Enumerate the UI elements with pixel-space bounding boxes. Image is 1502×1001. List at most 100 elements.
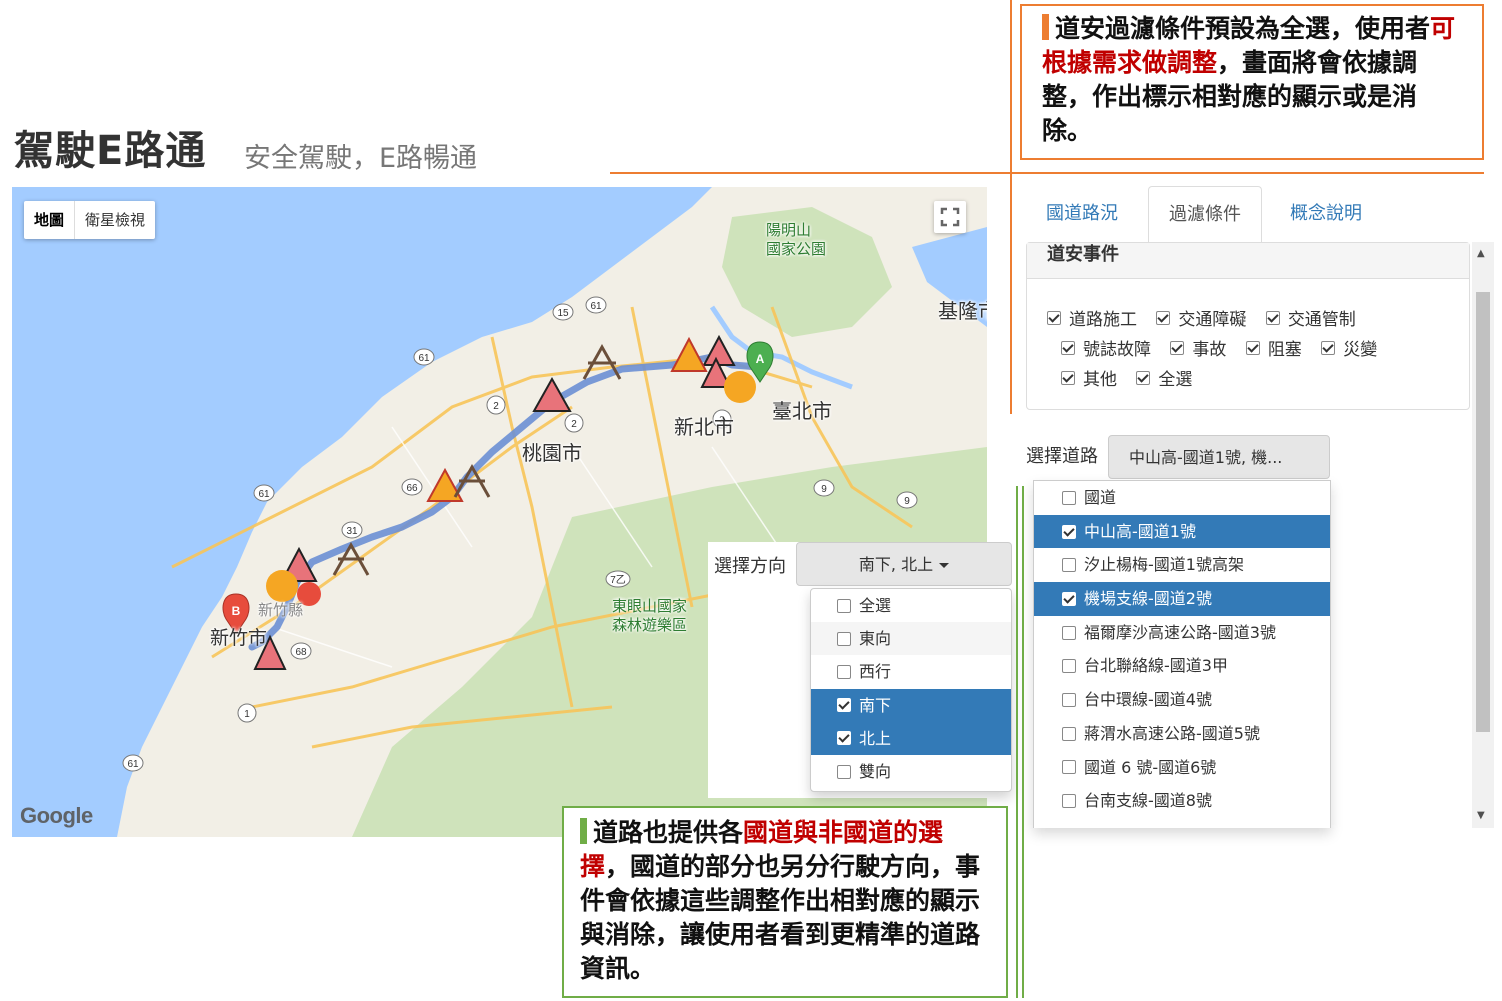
direction-option-all[interactable]: 全選 xyxy=(811,589,1011,622)
road-option-label: 蔣渭水高速公路-國道5號 xyxy=(1084,723,1260,743)
road-option-label: 福爾摩沙高速公路-國道3號 xyxy=(1084,622,1276,642)
direction-option-east[interactable]: 東向 xyxy=(811,622,1011,656)
checkbox-checked[interactable] xyxy=(1156,310,1171,325)
road-option[interactable]: 台北聯絡線-國道3甲 xyxy=(1034,649,1330,683)
checkbox-checked[interactable] xyxy=(1047,310,1061,325)
map-type-control[interactable]: 地圖 衛星檢視 xyxy=(24,201,156,239)
event-option-label: 阻塞 xyxy=(1267,340,1302,360)
event-option-label: 道路施工 xyxy=(1069,310,1137,330)
event-option-select-all[interactable]: 全選 xyxy=(1136,365,1192,390)
map-label-hsinchu-city: 新竹市 xyxy=(210,627,268,649)
shield-2a: 2 xyxy=(493,401,499,412)
checkbox-checked[interactable] xyxy=(837,698,851,713)
direction-dropdown-menu: 全選 東向 西行 南下 北上 雙向 xyxy=(810,588,1012,792)
map-label-dongyanshan: 東眼山國家 森林遊樂區 xyxy=(612,597,687,635)
road-option[interactable]: 汐止楊梅-國道1號高架 xyxy=(1034,548,1330,582)
road-option[interactable]: 蔣渭水高速公路-國道5號 xyxy=(1034,717,1330,751)
shield-2b: 2 xyxy=(571,419,577,430)
checkbox[interactable] xyxy=(1062,794,1076,809)
divider-horizontal xyxy=(610,172,1484,174)
direction-option-label: 南下 xyxy=(859,695,892,715)
tab-concept[interactable]: 概念說明 xyxy=(1270,186,1382,242)
map-type-satellite-button[interactable]: 衛星檢視 xyxy=(75,201,155,239)
road-option[interactable]: 國道 xyxy=(1034,481,1330,515)
road-option[interactable]: 中山高-國道1號 xyxy=(1034,514,1330,549)
direction-option-west[interactable]: 西行 xyxy=(811,655,1011,688)
marker-b-label: B xyxy=(232,604,241,618)
direction-option-label: 全選 xyxy=(859,596,892,615)
marker-a-label: A xyxy=(756,352,765,366)
map-label-dongyanshan-text: 東眼山國家 森林遊樂區 xyxy=(612,597,688,634)
road-option[interactable]: 台中環線-國道4號 xyxy=(1034,683,1330,717)
event-row-1: 道路施工 交通障礙 交通管制 xyxy=(1047,305,1370,330)
event-option-accident[interactable]: 事故 xyxy=(1170,335,1226,360)
scroll-up-icon[interactable]: ▲ xyxy=(1477,248,1485,259)
google-logo: Google xyxy=(20,803,93,828)
map-type-map-button[interactable]: 地圖 xyxy=(24,201,74,239)
checkbox-checked[interactable] xyxy=(1321,340,1336,355)
checkbox[interactable] xyxy=(1062,692,1076,707)
event-option-signal[interactable]: 號誌故障 xyxy=(1061,335,1151,360)
shield-68: 68 xyxy=(295,647,307,658)
scroll-down-icon[interactable]: ▼ xyxy=(1477,810,1485,821)
direction-option-both[interactable]: 雙向 xyxy=(811,755,1011,788)
callout-bar-icon xyxy=(580,818,587,844)
panel-scrollbar[interactable]: ▲ ▼ xyxy=(1472,242,1494,828)
event-option-control[interactable]: 交通管制 xyxy=(1265,305,1356,330)
event-option-congestion[interactable]: 阻塞 xyxy=(1245,335,1302,360)
direction-select-button[interactable]: 南下, 北上 xyxy=(796,542,1012,586)
direction-option-north[interactable]: 北上 xyxy=(811,721,1011,755)
callout-filter-note: 道安過濾條件預設為全選，使用者可根據需求做調整，畫面將會依據調整，作出標示相對應… xyxy=(1020,4,1484,160)
tab-highway-status[interactable]: 國道路況 xyxy=(1026,186,1138,242)
checkbox-checked[interactable] xyxy=(1062,591,1076,606)
shield-1: 1 xyxy=(244,709,250,720)
tab-bar: 國道路況 過濾條件 概念說明 xyxy=(1026,186,1496,242)
callout-bottom-text-before: 道路也提供各 xyxy=(593,818,744,847)
event-option-other[interactable]: 其他 xyxy=(1061,365,1117,390)
shield-9b: 9 xyxy=(904,496,910,507)
direction-option-label: 西行 xyxy=(859,662,892,682)
checkbox[interactable] xyxy=(1062,760,1076,775)
map-label-yangmingshan: 陽明山 國家公園 xyxy=(766,221,826,259)
checkbox-checked[interactable] xyxy=(1136,370,1151,385)
event-option-obstacle[interactable]: 交通障礙 xyxy=(1156,305,1246,330)
checkbox[interactable] xyxy=(1062,625,1076,640)
road-select-button[interactable]: 中山高-國道1號, 機... xyxy=(1108,435,1330,479)
checkbox-checked[interactable] xyxy=(1061,370,1075,385)
shield-15: 15 xyxy=(557,308,569,319)
road-option[interactable]: 機場支線-國道2號 xyxy=(1034,582,1330,616)
checkbox-checked[interactable] xyxy=(1170,340,1185,355)
checkbox-checked[interactable] xyxy=(1061,340,1075,355)
direction-label: 選擇方向 xyxy=(714,556,786,577)
checkbox[interactable] xyxy=(1062,659,1076,674)
checkbox[interactable] xyxy=(1062,558,1076,573)
checkbox-checked[interactable] xyxy=(1062,524,1076,539)
event-option-label: 全選 xyxy=(1158,370,1193,390)
callout-road-note: 道路也提供各國道與非國道的選擇，國道的部分也另分行駛方向，事件會依據這些調整作出… xyxy=(562,806,1008,998)
event-option-disaster[interactable]: 災變 xyxy=(1321,335,1377,360)
checkbox[interactable] xyxy=(837,764,851,779)
checkbox[interactable] xyxy=(1062,726,1076,741)
road-option[interactable]: 國道 6 號-國道6號 xyxy=(1034,751,1330,785)
checkbox[interactable] xyxy=(837,631,851,646)
tab-filter[interactable]: 過濾條件 xyxy=(1148,186,1262,242)
checkbox[interactable] xyxy=(837,598,851,613)
event-option-roadwork[interactable]: 道路施工 xyxy=(1047,305,1137,330)
checkbox[interactable] xyxy=(837,664,851,679)
road-option-label: 台南支線-國道8號 xyxy=(1084,791,1212,811)
event-row-3: 其他 全選 xyxy=(1061,365,1206,390)
checkbox-checked[interactable] xyxy=(1245,340,1260,355)
checkbox[interactable] xyxy=(1062,490,1076,505)
checkbox-checked[interactable] xyxy=(837,731,851,746)
caret-down-icon xyxy=(939,563,950,568)
road-option[interactable]: 福爾摩沙高速公路-國道3號 xyxy=(1034,616,1330,650)
road-option[interactable]: 台南支線-國道8號 xyxy=(1034,784,1330,818)
event-panel-title: 道安事件 xyxy=(1027,243,1469,279)
fullscreen-button[interactable] xyxy=(934,201,966,233)
scrollbar-thumb[interactable] xyxy=(1476,292,1490,732)
direction-option-south[interactable]: 南下 xyxy=(811,688,1011,722)
checkbox-checked[interactable] xyxy=(1265,310,1280,325)
road-option-label: 中山高-國道1號 xyxy=(1084,521,1196,541)
shield-9a: 9 xyxy=(821,484,827,495)
event-option-label: 其他 xyxy=(1083,370,1117,390)
